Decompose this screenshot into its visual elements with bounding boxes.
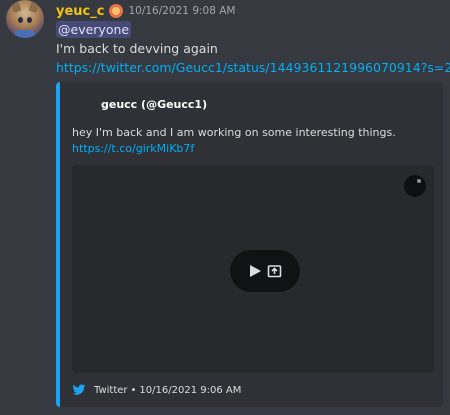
media-options-icon[interactable] (404, 175, 426, 197)
embed-author-avatar (72, 95, 92, 115)
twitter-bird-icon (72, 384, 86, 395)
embed-media[interactable] (72, 165, 434, 373)
username[interactable]: yeuc_c (56, 4, 104, 19)
media-controls (230, 250, 300, 292)
embed-description: hey I'm back and I am working on some in… (72, 126, 396, 139)
message-header: yeuc_c 10/16/2021 9:08 AM (56, 2, 235, 20)
embed-link[interactable]: https://t.co/girkMiKb7f (72, 141, 194, 157)
message-text: I'm back to devving again (56, 41, 218, 56)
play-icon[interactable] (247, 263, 263, 279)
avatar-eye-right (27, 17, 32, 23)
chat-message: yeuc_c 10/16/2021 9:08 AM @everyone I'm … (0, 0, 450, 415)
embed-footer: Twitter • 10/16/2021 9:06 AM (72, 382, 241, 398)
user-avatar[interactable] (6, 0, 44, 38)
avatar-ear-right (28, 0, 40, 14)
avatar-eye-left (18, 17, 23, 23)
role-badge-icon[interactable] (109, 4, 124, 18)
embed-author[interactable]: geucc (@Geucc1) (101, 98, 207, 111)
avatar-collar (14, 30, 36, 38)
twitter-embed: geucc (@Geucc1) hey I'm back and I am wo… (56, 82, 443, 407)
everyone-mention[interactable]: @everyone (56, 21, 132, 38)
embed-footer-source: Twitter (94, 384, 128, 396)
embed-footer-time: 10/16/2021 9:06 AM (139, 384, 242, 396)
open-external-icon[interactable] (267, 263, 283, 279)
message-timestamp: 10/16/2021 9:08 AM (128, 5, 236, 17)
message-link[interactable]: https://twitter.com/Geucc1/status/144936… (56, 59, 450, 76)
embed-footer-separator: • (130, 384, 137, 396)
avatar-ear-left (10, 0, 22, 14)
